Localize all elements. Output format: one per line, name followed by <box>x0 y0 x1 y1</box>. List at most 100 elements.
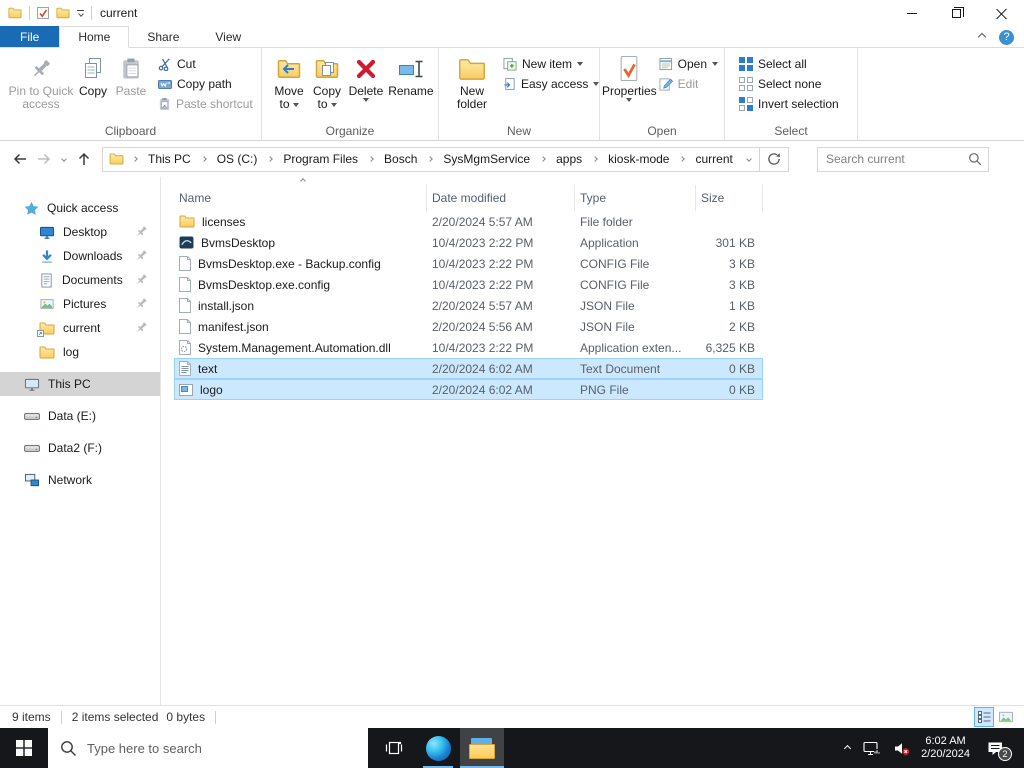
taskbar-search-input[interactable] <box>87 740 368 756</box>
forward-button[interactable] <box>32 147 56 171</box>
minimize-ribbon-icon[interactable] <box>977 32 987 42</box>
file-row-manifest-json[interactable]: manifest.json 2/20/2024 5:56 AM JSON Fil… <box>174 316 763 337</box>
column-header-size[interactable]: Size <box>696 185 763 211</box>
taskbar-edge-button[interactable] <box>416 728 460 768</box>
easy-access-button[interactable]: Easy access <box>499 74 603 94</box>
paste-shortcut-button[interactable]: Paste shortcut <box>154 94 257 114</box>
new-item-button[interactable]: New item <box>499 54 603 74</box>
status-bar: 9 items 2 items selected 0 bytes <box>0 705 1024 728</box>
cut-button[interactable]: Cut <box>154 54 257 74</box>
open-button[interactable]: Open <box>655 54 722 74</box>
edit-icon <box>659 78 673 91</box>
task-view-button[interactable] <box>372 728 416 768</box>
drive-icon <box>24 445 40 452</box>
copy-to-button[interactable]: Copy to <box>308 51 346 113</box>
breadcrumb[interactable]: This PC OS (C:) Program Files Bosch SysM… <box>102 146 760 172</box>
column-header-date-modified[interactable]: Date modified <box>427 185 575 211</box>
column-header-type[interactable]: Type <box>575 185 696 211</box>
file-list: Name Date modified Type Size licenses 2/… <box>161 177 1024 705</box>
help-icon[interactable] <box>999 29 1014 45</box>
select-all-icon <box>739 57 753 71</box>
qat-properties-button[interactable] <box>37 7 49 19</box>
select-all-button[interactable]: Select all <box>735 54 843 74</box>
tab-share[interactable]: Share <box>129 26 197 47</box>
search-icon[interactable] <box>968 152 982 166</box>
json-file-icon <box>179 319 191 334</box>
notifications-button[interactable]: 2 <box>985 738 1012 761</box>
column-header-name[interactable]: Name <box>174 185 427 211</box>
sidebar-item-current[interactable]: current <box>0 316 160 340</box>
documents-icon <box>41 272 52 288</box>
breadcrumb-segment[interactable]: apps <box>554 152 584 166</box>
edit-button[interactable]: Edit <box>655 74 722 94</box>
file-row-install-json[interactable]: install.json 2/20/2024 5:57 AM JSON File… <box>174 295 763 316</box>
properties-button[interactable]: Properties <box>602 51 657 104</box>
show-hidden-icons-button[interactable] <box>843 744 852 753</box>
qat-customize-button[interactable] <box>77 10 84 17</box>
rename-button[interactable]: Rename <box>386 51 436 100</box>
tray-network-icon[interactable] <box>861 739 882 758</box>
ribbon: Pin to Quick access Copy Paste Cut Copy … <box>0 48 1024 141</box>
ribbon-group-select: Select all Select none Invert selection … <box>725 48 858 140</box>
breadcrumb-segment[interactable]: SysMgmService <box>441 152 532 166</box>
select-none-button[interactable]: Select none <box>735 74 843 94</box>
large-icons-view-button[interactable] <box>996 707 1016 727</box>
breadcrumb-segment[interactable]: Program Files <box>281 152 360 166</box>
file-row-exe-config[interactable]: BvmsDesktop.exe.config 10/4/2023 2:22 PM… <box>174 274 763 295</box>
breadcrumb-segment[interactable]: This PC <box>146 152 193 166</box>
ribbon-group-new: New folder New item Easy access New <box>439 48 600 140</box>
invert-selection-button[interactable]: Invert selection <box>735 94 843 114</box>
sidebar-item-quick-access[interactable]: Quick access <box>0 196 160 220</box>
search-input[interactable] <box>826 152 968 166</box>
file-row-bvmsdesktop[interactable]: BvmsDesktop 10/4/2023 2:22 PM Applicatio… <box>174 232 763 253</box>
sidebar-item-network[interactable]: Network <box>0 468 160 492</box>
sidebar-item-drive-e[interactable]: Data (E:) <box>0 404 160 428</box>
tab-home[interactable]: Home <box>59 26 130 48</box>
file-row-automation-dll[interactable]: System.Management.Automation.dll 10/4/20… <box>174 337 763 358</box>
breadcrumb-segment[interactable]: OS (C:) <box>215 152 260 166</box>
start-button[interactable] <box>0 728 48 768</box>
file-row-backup-config[interactable]: BvmsDesktop.exe - Backup.config 10/4/202… <box>174 253 763 274</box>
delete-button[interactable]: Delete <box>346 51 386 104</box>
sidebar-item-downloads[interactable]: Downloads <box>0 244 160 268</box>
copy-button[interactable]: Copy <box>74 51 112 100</box>
up-button[interactable] <box>72 147 96 171</box>
sidebar-item-drive-f[interactable]: Data2 (F:) <box>0 436 160 460</box>
file-row-logo[interactable]: logo 2/20/2024 6:02 AM PNG File 0 KB <box>174 379 763 400</box>
refresh-button[interactable] <box>760 146 789 172</box>
taskbar-clock[interactable]: 6:02 AM 2/20/2024 <box>921 735 970 761</box>
close-button[interactable] <box>979 0 1024 26</box>
taskbar-file-explorer-button[interactable] <box>460 728 504 768</box>
sidebar-item-documents[interactable]: Documents <box>0 268 160 292</box>
sidebar-item-this-pc[interactable]: This PC <box>0 372 160 396</box>
restore-icon <box>952 6 964 18</box>
pin-to-quick-access-button[interactable]: Pin to Quick access <box>8 51 74 113</box>
refresh-icon <box>768 153 780 165</box>
back-button[interactable] <box>8 147 32 171</box>
restore-button[interactable] <box>934 0 979 26</box>
config-file-icon <box>179 277 191 292</box>
new-folder-button[interactable]: New folder <box>453 51 491 113</box>
search-icon <box>61 740 76 756</box>
tab-view[interactable]: View <box>197 26 259 47</box>
sidebar-item-log[interactable]: log <box>0 340 160 364</box>
file-row-licenses[interactable]: licenses 2/20/2024 5:57 AM File folder <box>174 211 763 232</box>
properties-icon <box>621 56 638 81</box>
address-dropdown-icon[interactable] <box>746 156 752 162</box>
sidebar-item-pictures[interactable]: Pictures <box>0 292 160 316</box>
minimize-button[interactable] <box>889 0 934 26</box>
breadcrumb-segment[interactable]: current <box>693 152 734 166</box>
dropdown-icon <box>593 82 600 86</box>
sidebar-item-desktop[interactable]: Desktop <box>0 220 160 244</box>
tray-volume-muted-icon[interactable] <box>891 739 912 758</box>
tab-file[interactable]: File <box>0 26 60 47</box>
breadcrumb-segment[interactable]: Bosch <box>382 152 419 166</box>
qat-new-folder-button[interactable] <box>56 7 70 19</box>
move-to-button[interactable]: Move to <box>270 51 308 113</box>
recent-locations-button[interactable] <box>56 147 72 171</box>
file-row-text[interactable]: text 2/20/2024 6:02 AM Text Document 0 K… <box>174 358 763 379</box>
details-view-button[interactable] <box>974 707 994 727</box>
paste-button[interactable]: Paste <box>112 51 150 100</box>
breadcrumb-segment[interactable]: kiosk-mode <box>606 152 671 166</box>
copy-path-button[interactable]: Copy path <box>154 74 257 94</box>
